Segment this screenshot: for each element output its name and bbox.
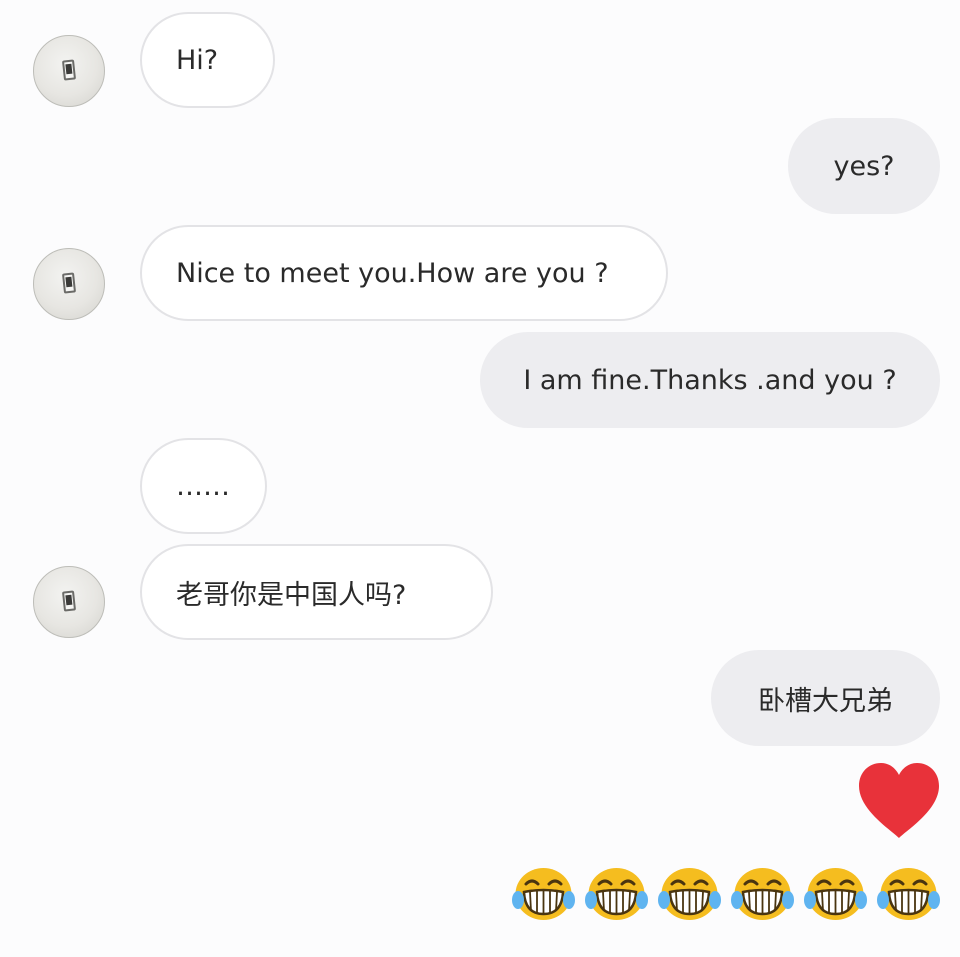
chat-conversation: Hi? yes? Nice to meet you.How are you ? … [0, 0, 960, 957]
laughing-tears-emoji-icon[interactable] [802, 858, 869, 925]
laughing-tears-emoji-icon[interactable] [583, 858, 650, 925]
message-text: Nice to meet you.How are you ? [176, 257, 609, 289]
phone-icon [61, 590, 77, 612]
message-text: …… [176, 470, 230, 502]
laughing-tears-emoji-icon[interactable] [729, 858, 796, 925]
message-text: 老哥你是中国人吗? [176, 579, 407, 611]
message-text: 卧槽大兄弟 [758, 685, 893, 717]
laughing-tears-emoji-icon[interactable] [875, 858, 942, 925]
incoming-message-bubble[interactable]: 老哥你是中国人吗? [140, 544, 493, 640]
incoming-message-bubble[interactable]: Hi? [140, 12, 275, 108]
incoming-message-bubble[interactable]: …… [140, 438, 267, 534]
outgoing-message-bubble[interactable]: 卧槽大兄弟 [711, 650, 940, 746]
message-text: Hi? [176, 44, 219, 76]
contact-avatar[interactable] [33, 35, 105, 107]
heart-icon[interactable] [855, 760, 943, 840]
laughing-tears-emoji-icon[interactable] [510, 858, 577, 925]
phone-icon [61, 59, 77, 81]
laughing-tears-emoji-icon[interactable] [656, 858, 723, 925]
outgoing-message-bubble[interactable]: I am fine.Thanks .and you ? [480, 332, 940, 428]
emoji-row [510, 858, 942, 925]
contact-avatar[interactable] [33, 248, 105, 320]
phone-icon [61, 272, 77, 294]
outgoing-message-bubble[interactable]: yes? [788, 118, 940, 214]
message-text: yes? [833, 150, 895, 182]
incoming-message-bubble[interactable]: Nice to meet you.How are you ? [140, 225, 668, 321]
message-text: I am fine.Thanks .and you ? [523, 364, 897, 396]
contact-avatar[interactable] [33, 566, 105, 638]
